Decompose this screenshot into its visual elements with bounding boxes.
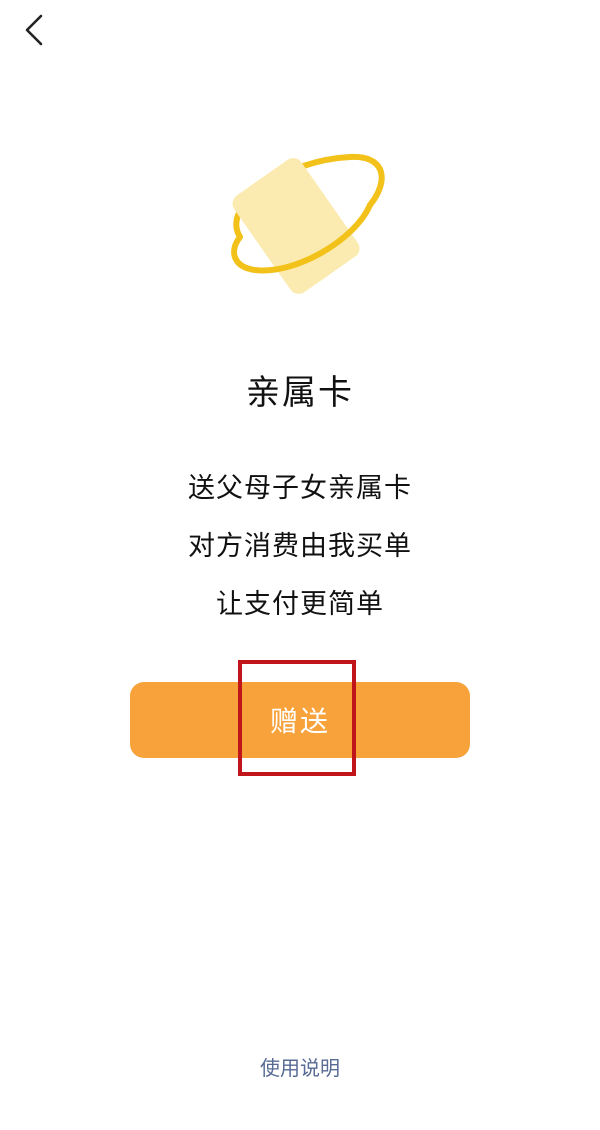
back-button[interactable] bbox=[14, 10, 54, 50]
usage-instructions-link[interactable]: 使用说明 bbox=[0, 1052, 600, 1081]
family-card-orbit-icon bbox=[231, 153, 385, 294]
gift-button[interactable]: 赠送 bbox=[130, 682, 470, 758]
chevron-left-icon bbox=[25, 14, 43, 46]
gift-button-label: 赠送 bbox=[269, 705, 330, 738]
description-line-2: 对方消费由我买单 bbox=[188, 531, 412, 562]
description-line-1: 送父母子女亲属卡 bbox=[188, 473, 412, 504]
page-title: 亲属卡 bbox=[246, 373, 354, 413]
description-line-3: 让支付更简单 bbox=[216, 589, 384, 620]
